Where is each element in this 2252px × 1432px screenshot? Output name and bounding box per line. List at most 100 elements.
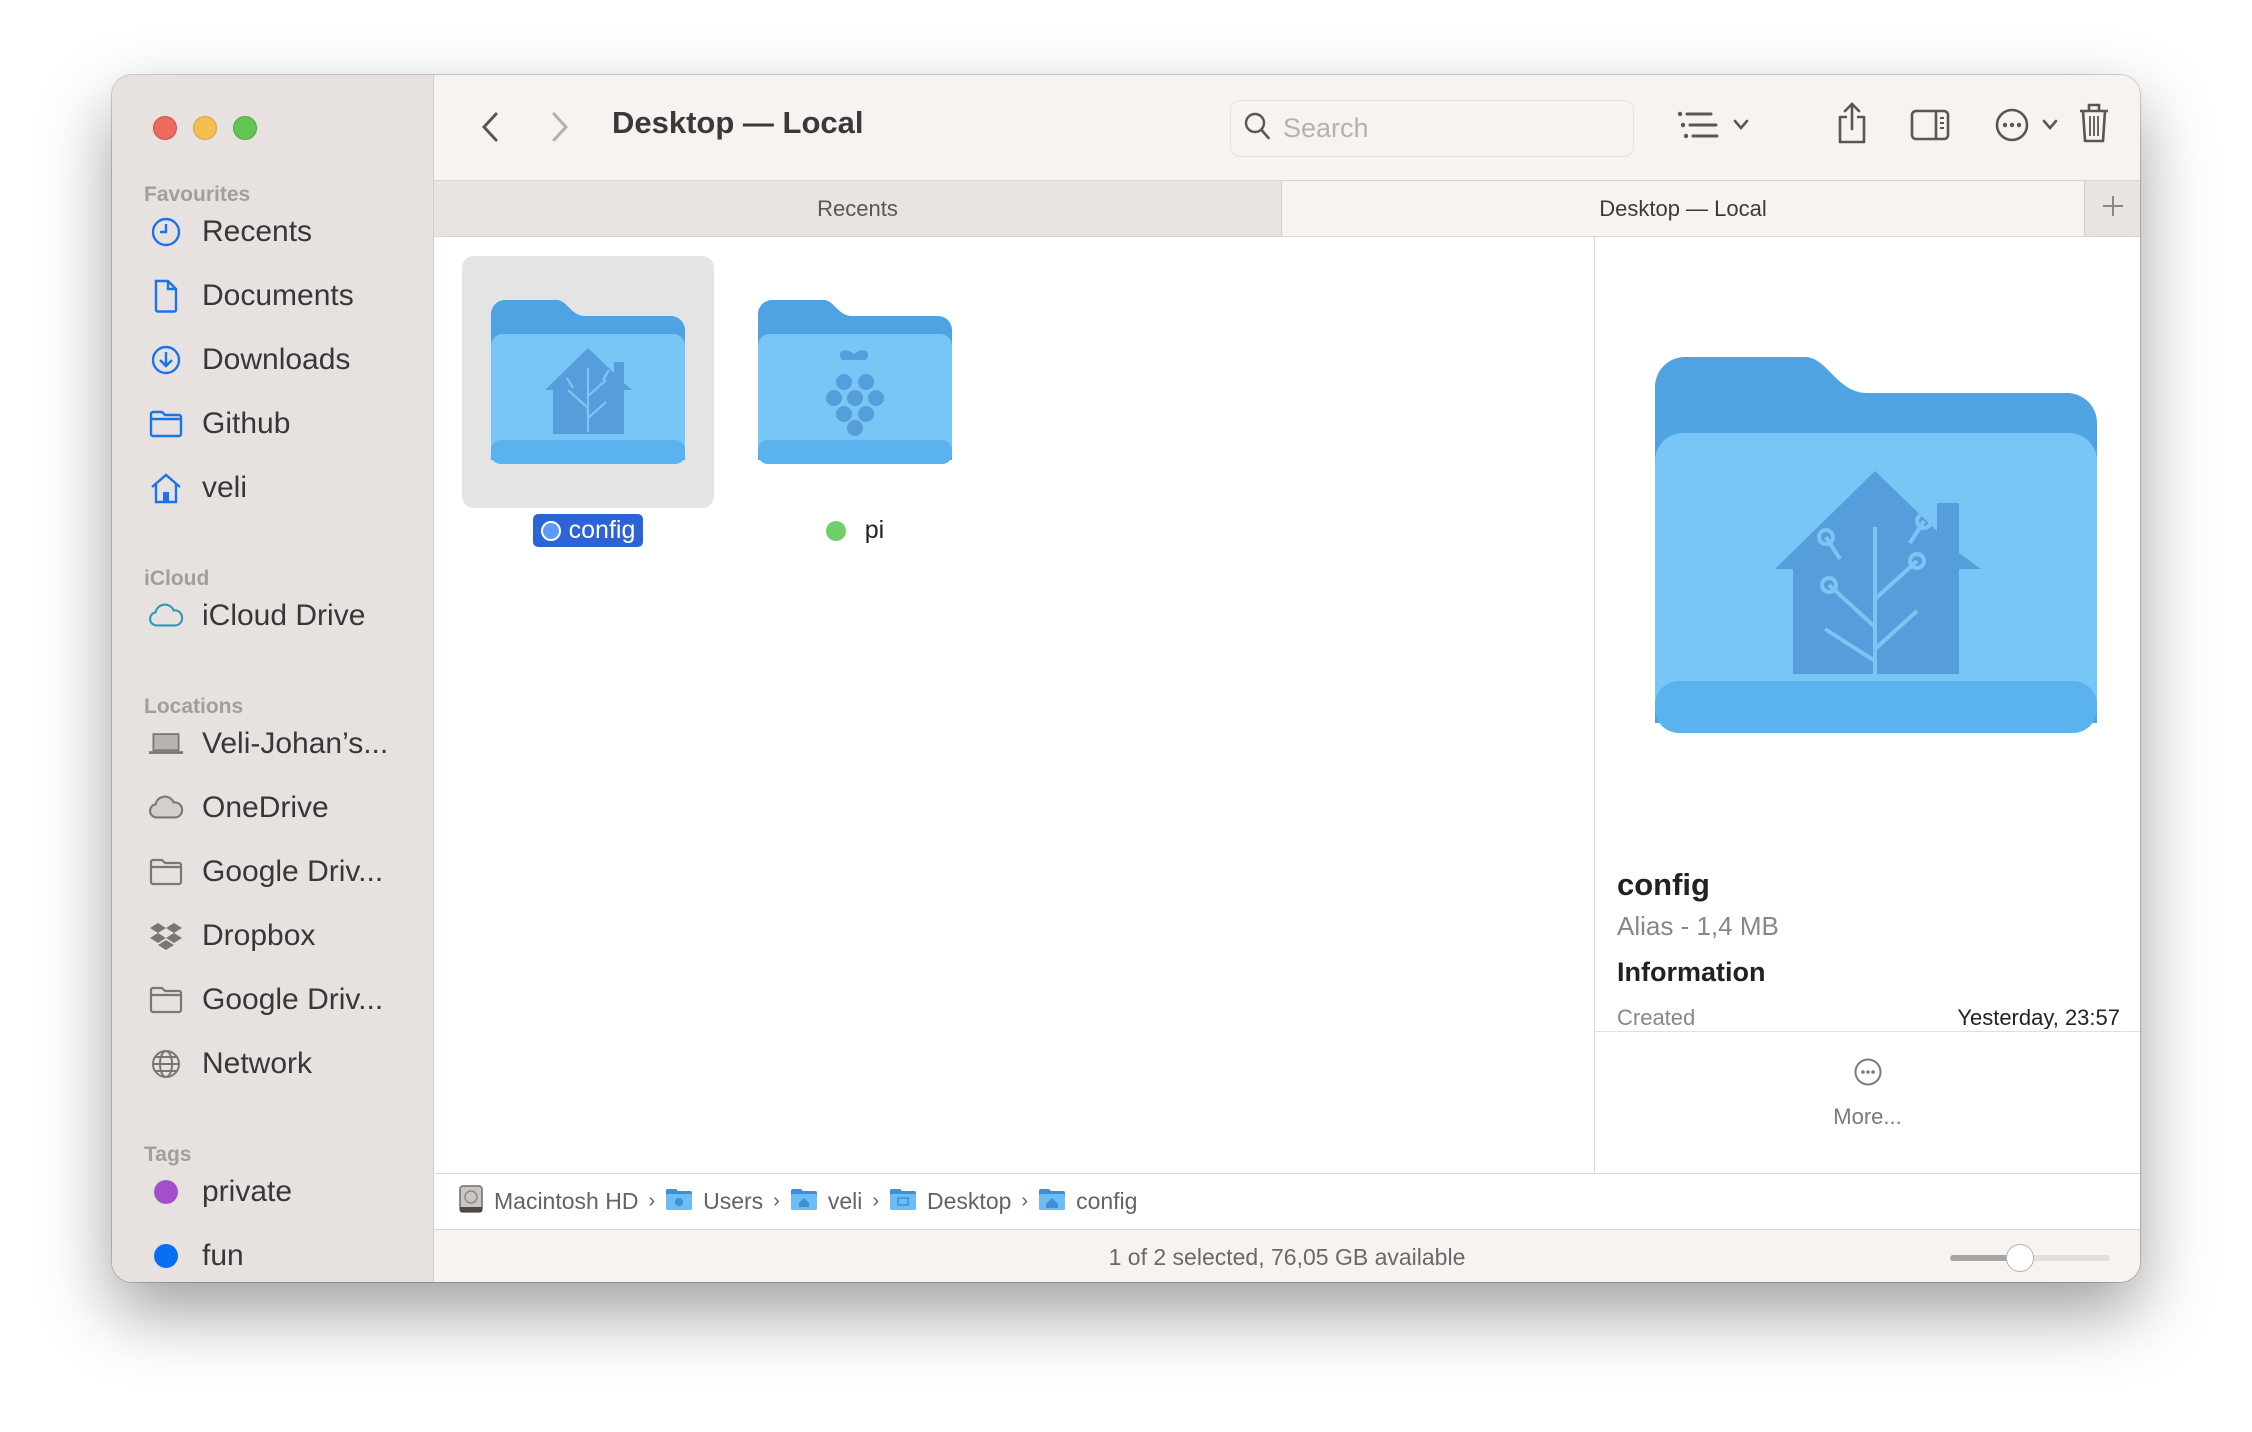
sidebar: Favourites Recents Documents Downloads G… <box>112 75 434 1282</box>
more-actions-button[interactable] <box>1986 103 2066 151</box>
file-item[interactable]: config <box>462 256 714 547</box>
status-bar: 1 of 2 selected, 76,05 GB available <box>434 1229 2140 1282</box>
chevron-right-icon: › <box>773 1190 780 1212</box>
icon-size-slider[interactable] <box>1950 1244 2110 1272</box>
path-item-macintosh-hd[interactable]: Macintosh HD <box>458 1184 639 1219</box>
sidebar-item-label: Network <box>202 1047 313 1080</box>
cloud-icon <box>148 790 184 826</box>
path-item-users[interactable]: Users <box>665 1187 763 1217</box>
chevron-right-icon: › <box>872 1190 880 1212</box>
search-input[interactable] <box>1283 113 1603 144</box>
chevron-right-icon <box>551 111 569 148</box>
sidebar-item-label: Github <box>202 407 291 440</box>
search-field[interactable] <box>1230 100 1634 157</box>
tag-color-dot <box>540 520 561 541</box>
sidebar-item-network[interactable]: Network <box>148 1039 418 1089</box>
back-button[interactable] <box>472 109 508 149</box>
clock-icon <box>148 214 184 250</box>
sidebar-item-label: Google Driv... <box>202 983 384 1016</box>
slider-thumb[interactable] <box>2006 1244 2035 1272</box>
trash-button[interactable] <box>2072 97 2116 153</box>
sidebar-item-recents[interactable]: Recents <box>148 207 418 257</box>
path-label: Macintosh HD <box>494 1188 639 1214</box>
file-name-label[interactable]: pi <box>818 514 892 547</box>
share-button[interactable] <box>1830 97 1874 153</box>
users-folder-icon <box>665 1187 693 1217</box>
info-value: Yesterday, 23:57 <box>1957 1005 2120 1029</box>
sidebar-item-mac[interactable]: Veli-Johan’s... <box>148 719 418 769</box>
sidebar-right-icon <box>1910 109 1950 146</box>
sidebar-section-tags: Tags <box>144 1143 192 1166</box>
sidebar-item-icloud-drive[interactable]: iCloud Drive <box>148 591 418 641</box>
sidebar-item-documents[interactable]: Documents <box>148 271 418 321</box>
sidebar-item-onedrive[interactable]: OneDrive <box>148 783 418 833</box>
sidebar-section-icloud: iCloud <box>144 567 210 590</box>
folder-home-assistant-icon <box>491 300 685 464</box>
sidebar-item-label: OneDrive <box>202 791 329 824</box>
preview-info-heading: Information <box>1617 957 1766 987</box>
search-icon <box>1243 111 1271 146</box>
more-label: More... <box>1833 1104 1902 1129</box>
preview-file-name: config <box>1617 867 1710 902</box>
minimize-button[interactable] <box>193 116 217 140</box>
sidebar-item-label: private <box>202 1175 293 1208</box>
file-name: config <box>568 516 636 544</box>
sidebar-item-label: Recents <box>202 215 313 248</box>
toolbar: Desktop — Local <box>434 75 2140 181</box>
sidebar-item-label: Documents <box>202 279 354 312</box>
sidebar-item-label: veli <box>202 471 248 504</box>
download-icon <box>148 342 184 378</box>
sidebar-item-label: Downloads <box>202 343 351 376</box>
zoom-button[interactable] <box>233 116 257 140</box>
preview-info-row-created: Created Yesterday, 23:57 <box>1617 1005 2120 1029</box>
tag-color-dot <box>825 520 846 541</box>
sidebar-tag-private[interactable]: private <box>148 1167 418 1217</box>
tag-color-dot <box>154 1180 178 1204</box>
preview-toggle-button[interactable] <box>1906 103 1954 151</box>
file-name-label[interactable]: config <box>532 514 644 547</box>
sidebar-item-google-drive-2[interactable]: Google Driv... <box>148 975 418 1025</box>
sidebar-item-veli[interactable]: veli <box>148 463 418 513</box>
path-item-desktop[interactable]: Desktop <box>889 1187 1011 1217</box>
config-folder-icon <box>1038 1187 1066 1217</box>
sidebar-item-dropbox[interactable]: Dropbox <box>148 911 418 961</box>
file-icon-view: config pi <box>434 237 1594 1173</box>
list-view-icon <box>1677 111 1719 144</box>
trash-icon <box>2078 102 2110 149</box>
home-icon <box>148 470 184 506</box>
preview-pane: config Alias - 1,4 MB Information Create… <box>1594 237 2140 1173</box>
chevron-down-icon <box>2042 118 2058 136</box>
globe-icon <box>148 1046 184 1082</box>
sidebar-item-google-drive-1[interactable]: Google Driv... <box>148 847 418 897</box>
chevron-left-icon <box>481 111 499 148</box>
tag-color-dot <box>154 1244 178 1268</box>
divider <box>1595 1031 2140 1032</box>
file-item[interactable]: pi <box>729 256 981 547</box>
tab-bar: Recents Desktop — Local <box>434 181 2140 237</box>
new-tab-button[interactable] <box>2084 181 2140 236</box>
sidebar-section-favourites: Favourites <box>144 183 251 206</box>
path-item-config[interactable]: config <box>1038 1187 1137 1217</box>
forward-button[interactable] <box>542 109 578 149</box>
sidebar-item-label: Veli-Johan’s... <box>202 727 389 760</box>
close-button[interactable] <box>153 116 177 140</box>
home-folder-icon <box>790 1187 818 1217</box>
sidebar-tag-fun[interactable]: fun <box>148 1231 418 1281</box>
path-label: Users <box>703 1188 764 1214</box>
path-label: veli <box>827 1188 863 1214</box>
file-thumbnail <box>462 256 714 508</box>
path-item-veli[interactable]: veli <box>790 1187 863 1217</box>
status-text: 1 of 2 selected, 76,05 GB available <box>1108 1244 1466 1270</box>
tab-recents[interactable]: Recents <box>434 181 1282 236</box>
view-options-button[interactable] <box>1668 105 1758 149</box>
tab-desktop-local[interactable]: Desktop — Local <box>1282 181 2084 236</box>
window-controls <box>153 116 257 140</box>
sidebar-item-label: fun <box>202 1239 244 1272</box>
share-icon <box>1836 101 1868 149</box>
sidebar-item-downloads[interactable]: Downloads <box>148 335 418 385</box>
sidebar-item-github[interactable]: Github <box>148 399 418 449</box>
folder-raspberry-pi-icon <box>758 300 952 464</box>
path-label: config <box>1076 1188 1138 1214</box>
hard-drive-icon <box>458 1184 484 1219</box>
more-button[interactable]: More... <box>1595 1057 2140 1130</box>
